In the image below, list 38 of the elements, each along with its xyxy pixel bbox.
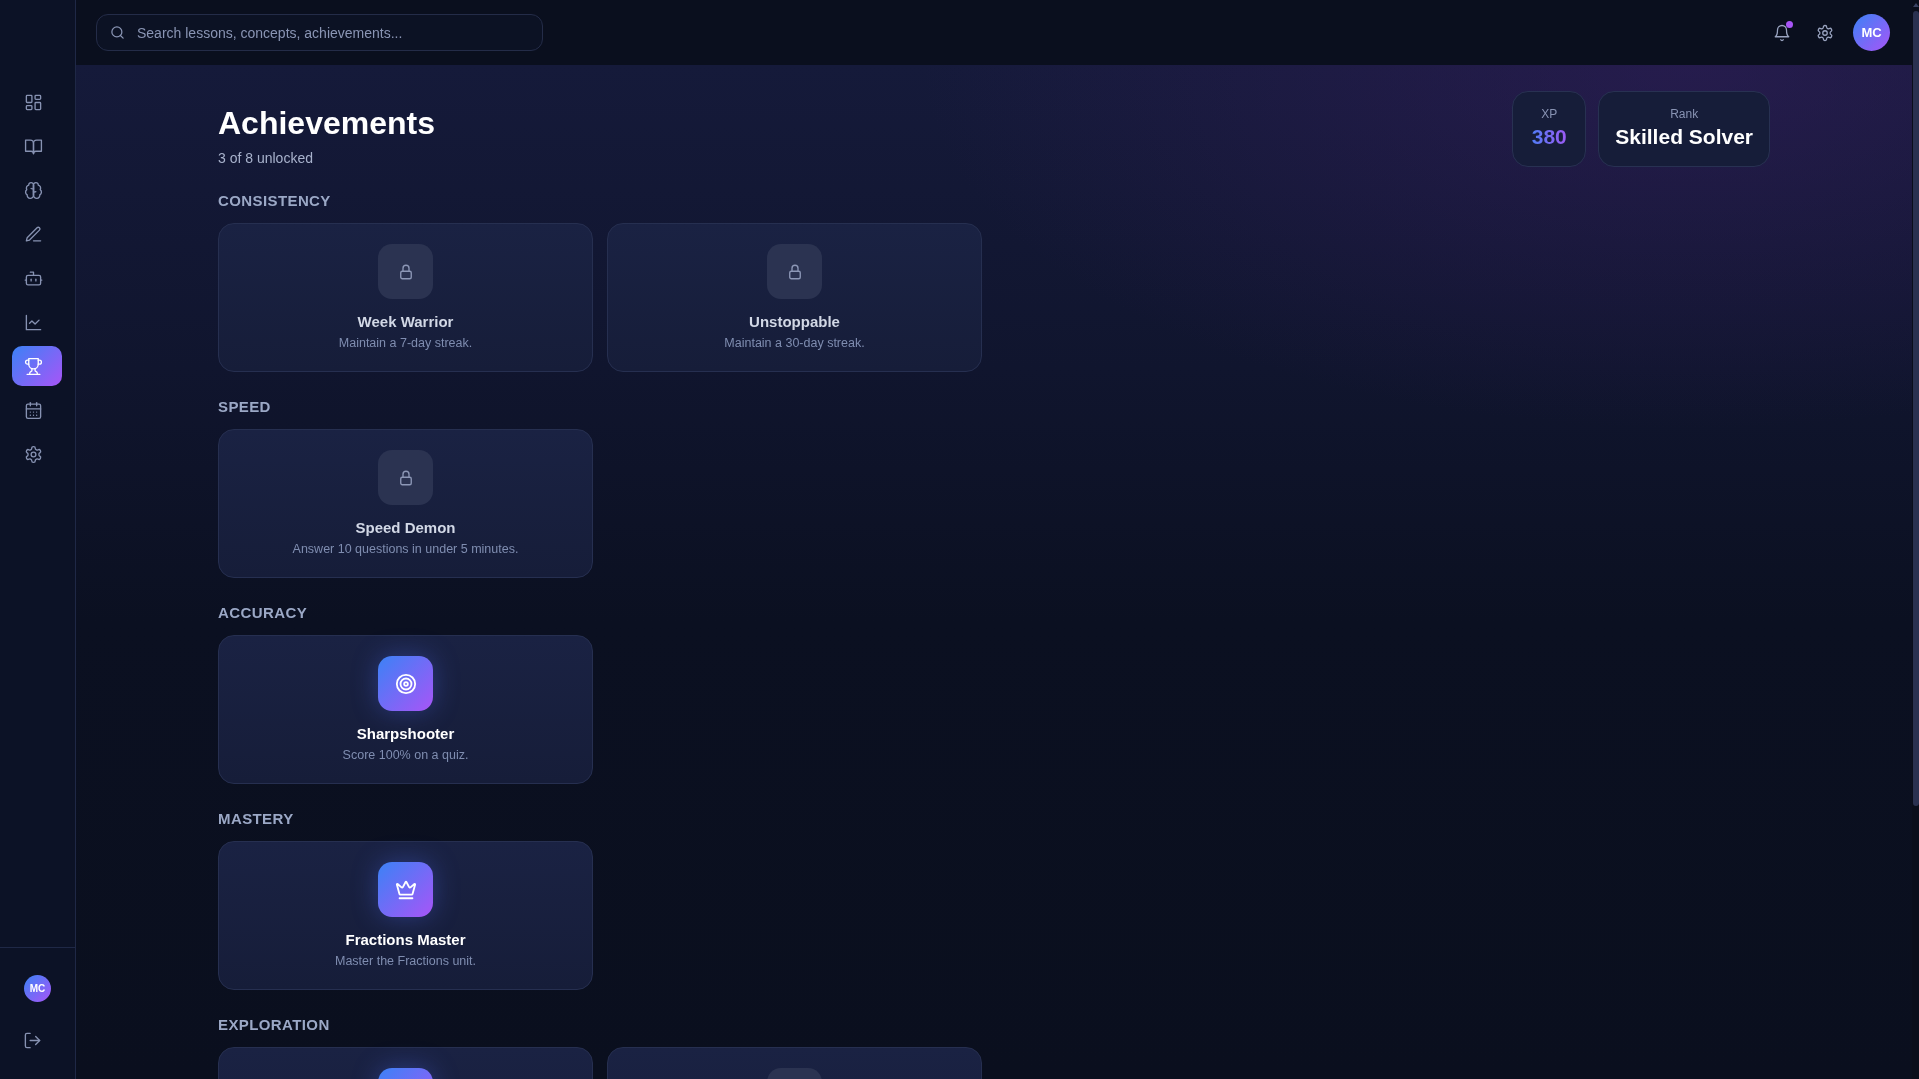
bell-icon [1773,23,1791,42]
settings-icon [24,444,43,464]
achievement-description: Maintain a 7-day streak. [338,335,473,351]
trophy-icon [24,356,43,376]
scrollbar-thumb[interactable] [1912,11,1919,806]
achievement-title: Speed Demon [355,518,456,537]
settings-icon [1816,23,1834,42]
achievement-title: Sharpshooter [356,724,455,743]
achievement-description: Master the Fractions unit. [335,953,476,969]
section-heading: MASTERY [218,809,294,828]
brain-icon [24,180,43,200]
section-heading: SPEED [218,397,271,416]
achievement-description: Score 100% on a quiz. [342,747,469,763]
robot-icon [24,268,43,288]
section-heading: ACCURACY [218,603,308,622]
grid-icon [24,92,43,112]
page-title: Achievements [218,104,435,142]
line-chart-icon [24,312,43,332]
achievement-title: Fractions Master [345,930,466,949]
search-icon [110,25,125,40]
section-heading: CONSISTENCY [218,191,331,210]
section-heading: EXPLORATION [218,1015,330,1034]
book-icon [24,136,43,156]
logout-icon [23,1031,42,1050]
search-field[interactable]: Search lessons, concepts, achievements... [96,14,543,51]
page-subtitle: 3 of 8 unlocked [218,149,313,168]
pencil-icon [24,224,43,244]
achievement-title: Unstoppable [749,312,840,331]
achievement-title: Week Warrior [357,312,454,331]
user-avatar[interactable]: MC [24,975,51,1002]
sidebar-nav-item[interactable] [12,346,62,386]
achievement-description: Maintain a 30-day streak. [724,335,865,351]
achievement-description: Answer 10 questions in under 5 minutes. [292,541,519,557]
user-avatar[interactable]: MC [1853,14,1890,51]
stat-label: Rank [1669,106,1700,123]
stat-label: XP [1540,106,1559,123]
calendar-icon [24,400,43,420]
stat-value: Skilled Solver [1615,124,1753,150]
